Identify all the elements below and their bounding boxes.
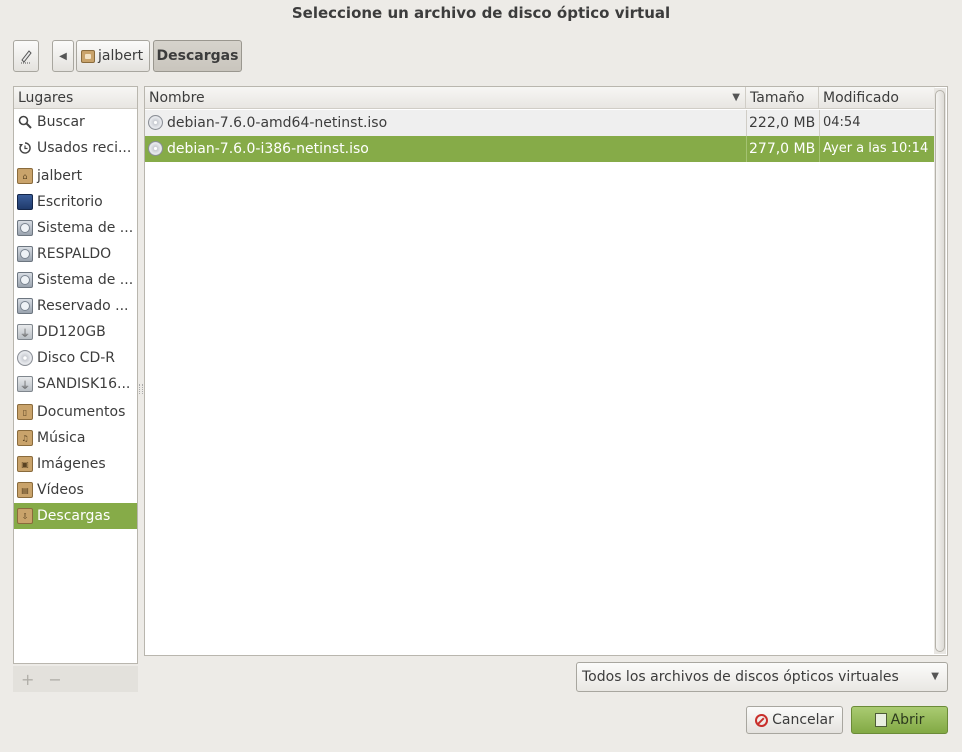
cancel-icon bbox=[755, 713, 769, 727]
column-header-size[interactable]: Tamaño bbox=[746, 87, 819, 109]
desktop-icon bbox=[17, 194, 33, 210]
edit-location-button[interactable] bbox=[13, 40, 39, 72]
vertical-scrollbar[interactable] bbox=[934, 88, 946, 654]
sidebar-item-label: Documentos bbox=[37, 404, 126, 420]
sidebar-item-videos[interactable]: ▤ Vídeos bbox=[14, 477, 137, 503]
sidebar-item-label: Reservado ... bbox=[37, 298, 129, 314]
file-size: 222,0 MB bbox=[749, 115, 816, 131]
breadcrumb-label: Descargas bbox=[156, 48, 239, 64]
file-modified: Ayer a las 10:14 bbox=[823, 141, 929, 156]
sidebar-item-dd120gb[interactable]: ⏚ DD120GB bbox=[14, 319, 137, 345]
documents-folder-icon: ▯ bbox=[17, 404, 33, 420]
search-icon bbox=[17, 114, 33, 130]
music-folder-icon: ♫ bbox=[17, 430, 33, 446]
window-title: Seleccione un archivo de disco óptico vi… bbox=[291, 4, 671, 22]
sidebar-item-label: Usados reci... bbox=[37, 140, 132, 156]
drive-icon bbox=[17, 220, 33, 236]
breadcrumb-label: jalbert bbox=[98, 48, 144, 64]
file-list: Nombre ▼ Tamaño Modificado debian-7.6.0-… bbox=[144, 86, 948, 656]
file-list-header: Nombre ▼ Tamaño Modificado bbox=[145, 87, 935, 109]
path-back-button[interactable]: ◀ bbox=[52, 40, 74, 72]
pane-resize-grip[interactable] bbox=[139, 384, 143, 394]
sidebar-item-recent[interactable]: Usados reci... bbox=[14, 135, 137, 161]
drive-icon bbox=[17, 272, 33, 288]
places-sidebar: Lugares Buscar Usados reci... ⌂ jalbert … bbox=[13, 86, 138, 664]
sidebar-item-label: Descargas bbox=[37, 508, 111, 524]
cd-icon bbox=[17, 350, 33, 366]
sidebar-item-label: Disco CD-R bbox=[37, 350, 116, 366]
scrollbar-thumb[interactable] bbox=[935, 90, 945, 652]
sidebar-item-musica[interactable]: ♫ Música bbox=[14, 425, 137, 451]
sidebar-item-label: Escritorio bbox=[37, 194, 103, 210]
sidebar-item-label: Imágenes bbox=[37, 456, 106, 472]
bookmark-controls: + − bbox=[13, 666, 138, 692]
sidebar-item-buscar[interactable]: Buscar bbox=[14, 109, 137, 135]
sidebar-item-reservado[interactable]: Reservado ... bbox=[14, 293, 137, 319]
sidebar-item-sistema-2[interactable]: Sistema de ... bbox=[14, 267, 137, 293]
sidebar-item-cdr[interactable]: Disco CD-R bbox=[14, 345, 137, 371]
sidebar-item-label: Sistema de ... bbox=[37, 220, 134, 236]
table-row[interactable]: debian-7.6.0-i386-netinst.iso 277,0 MB A… bbox=[145, 136, 935, 162]
cancel-button-label: Cancelar bbox=[772, 712, 834, 728]
column-header-modified[interactable]: Modificado bbox=[819, 87, 935, 109]
sidebar-item-label: SANDISK16... bbox=[37, 376, 131, 392]
drive-icon bbox=[17, 298, 33, 314]
sidebar-item-label: Sistema de ... bbox=[37, 272, 134, 288]
file-modified: 04:54 bbox=[823, 115, 861, 130]
videos-folder-icon: ▤ bbox=[17, 482, 33, 498]
column-header-name[interactable]: Nombre ▼ bbox=[145, 87, 746, 109]
dropdown-arrow-icon: ▼ bbox=[931, 671, 939, 682]
usb-drive-icon: ⏚ bbox=[17, 324, 33, 340]
file-size: 277,0 MB bbox=[749, 141, 816, 157]
sidebar-item-documentos[interactable]: ▯ Documentos bbox=[14, 399, 137, 425]
sidebar-item-label: DD120GB bbox=[37, 324, 106, 340]
pencil-icon bbox=[21, 50, 32, 64]
add-bookmark-button[interactable]: + bbox=[21, 670, 34, 689]
disc-image-icon bbox=[148, 115, 163, 130]
cancel-button[interactable]: Cancelar bbox=[746, 706, 843, 734]
sidebar-item-escritorio[interactable]: Escritorio bbox=[14, 189, 137, 215]
sidebar-item-label: Vídeos bbox=[37, 482, 84, 498]
recent-icon bbox=[17, 140, 33, 156]
file-type-filter-select[interactable]: Todos los archivos de discos ópticos vir… bbox=[576, 662, 948, 692]
breadcrumb-descargas[interactable]: Descargas bbox=[153, 40, 242, 72]
column-header-label: Nombre bbox=[149, 90, 205, 106]
sidebar-item-label: Buscar bbox=[37, 114, 85, 130]
home-folder-icon: ⌂ bbox=[17, 168, 33, 184]
open-button[interactable]: Abrir bbox=[851, 706, 948, 734]
filter-selected-value: Todos los archivos de discos ópticos vir… bbox=[582, 669, 899, 685]
sidebar-item-descargas[interactable]: ⇩ Descargas bbox=[14, 503, 137, 529]
sidebar-item-jalbert[interactable]: ⌂ jalbert bbox=[14, 163, 137, 189]
sidebar-item-label: RESPALDO bbox=[37, 246, 112, 262]
table-row[interactable]: debian-7.6.0-amd64-netinst.iso 222,0 MB … bbox=[145, 110, 935, 136]
open-icon bbox=[874, 713, 887, 727]
usb-drive-icon: ⏚ bbox=[17, 376, 33, 392]
drive-icon bbox=[17, 246, 33, 262]
sidebar-header[interactable]: Lugares bbox=[14, 87, 137, 109]
disc-image-icon bbox=[148, 141, 163, 156]
home-folder-icon bbox=[81, 49, 95, 63]
sidebar-item-label: jalbert bbox=[37, 168, 83, 184]
open-button-label: Abrir bbox=[890, 712, 925, 728]
sidebar-item-imagenes[interactable]: ▣ Imágenes bbox=[14, 451, 137, 477]
pictures-folder-icon: ▣ bbox=[17, 456, 33, 472]
sidebar-item-sistema-1[interactable]: Sistema de ... bbox=[14, 215, 137, 241]
downloads-folder-icon: ⇩ bbox=[17, 508, 33, 524]
breadcrumb-jalbert[interactable]: jalbert bbox=[76, 40, 150, 72]
file-name: debian-7.6.0-amd64-netinst.iso bbox=[167, 115, 388, 131]
sort-descending-icon: ▼ bbox=[732, 92, 740, 103]
sidebar-item-sandisk[interactable]: ⏚ SANDISK16... bbox=[14, 371, 137, 397]
file-name: debian-7.6.0-i386-netinst.iso bbox=[167, 141, 369, 157]
sidebar-item-respaldo[interactable]: RESPALDO bbox=[14, 241, 137, 267]
back-arrow-icon: ◀ bbox=[59, 50, 67, 62]
sidebar-item-label: Música bbox=[37, 430, 86, 446]
remove-bookmark-button[interactable]: − bbox=[48, 670, 61, 689]
